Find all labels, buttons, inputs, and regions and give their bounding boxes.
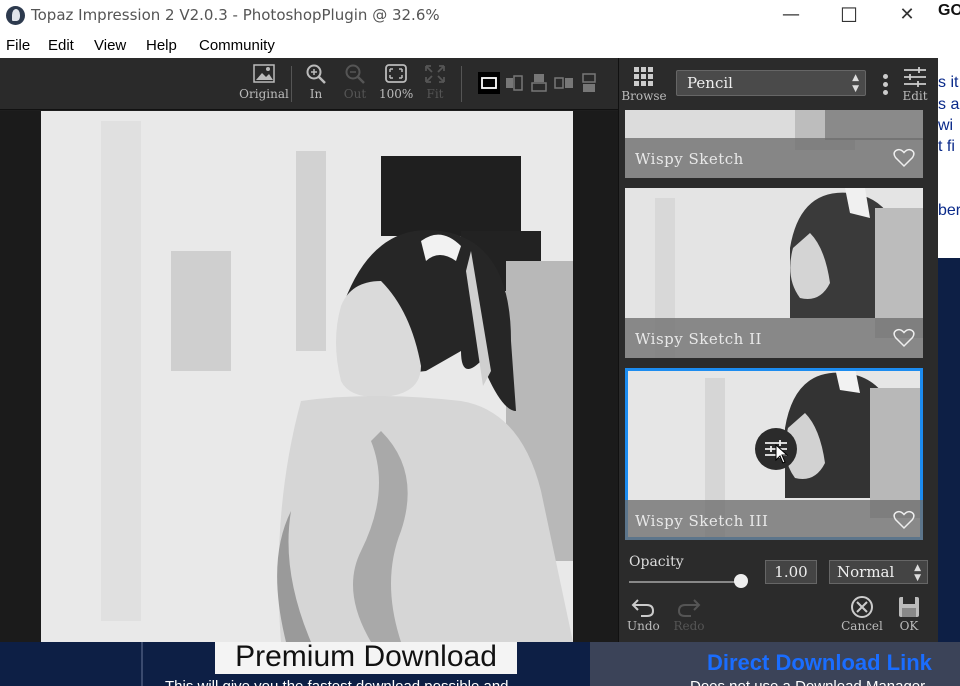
menu-edit[interactable]: Edit bbox=[48, 37, 74, 54]
favorite-heart-icon[interactable] bbox=[893, 328, 915, 348]
ok-label: OK bbox=[899, 619, 919, 633]
undo-button[interactable]: Undo bbox=[627, 596, 660, 633]
direct-download-description: Does not use a Download Manager bbox=[690, 678, 925, 686]
zoom-in-icon bbox=[306, 64, 326, 84]
fit-label: Fit bbox=[426, 87, 444, 101]
menu-bar: File Edit View Help Community bbox=[0, 32, 938, 58]
select-arrows-icon: ▲ ▼ bbox=[914, 563, 921, 583]
ok-button[interactable]: OK bbox=[895, 596, 923, 633]
cancel-button[interactable]: Cancel bbox=[839, 596, 885, 633]
image-canvas[interactable] bbox=[0, 111, 618, 642]
split-horizontal-view-icon[interactable] bbox=[528, 72, 550, 94]
preset-card[interactable]: Wispy Sketch bbox=[625, 110, 923, 178]
direct-download-link[interactable]: Direct Download Link bbox=[707, 650, 932, 676]
browse-label: Browse bbox=[621, 89, 667, 103]
background-snippet: ber bbox=[938, 202, 960, 219]
menu-help[interactable]: Help bbox=[146, 37, 177, 54]
mouse-cursor-icon bbox=[775, 444, 789, 464]
redo-button[interactable]: Redo bbox=[673, 596, 705, 633]
redo-icon bbox=[677, 599, 701, 617]
preview-image[interactable] bbox=[41, 111, 573, 642]
fit-button[interactable]: Fit bbox=[422, 64, 448, 101]
background-dark-panel bbox=[938, 258, 960, 686]
background-snippet: s ar bbox=[938, 96, 960, 113]
edit-button[interactable]: Edit bbox=[899, 66, 931, 103]
browse-button[interactable]: Browse bbox=[621, 66, 667, 103]
preset-category-value: Pencil bbox=[687, 74, 733, 92]
background-page-right: GO s it s ar wi t fi ber bbox=[938, 0, 960, 686]
actual-size-icon bbox=[385, 64, 407, 83]
opacity-value-field[interactable]: 1.00 bbox=[765, 560, 817, 584]
stacked-view-icon[interactable] bbox=[578, 72, 600, 94]
background-snippet: s it bbox=[938, 74, 959, 91]
zoom-100-button[interactable]: 100% bbox=[379, 64, 413, 101]
split-vertical-view-icon[interactable] bbox=[503, 72, 525, 94]
topaz-logo-icon bbox=[6, 6, 25, 25]
premium-download-description: This will give you the fastest download … bbox=[165, 678, 509, 686]
background-snippet: GO bbox=[938, 2, 960, 19]
zoom-out-button[interactable]: Out bbox=[341, 64, 369, 101]
blend-mode-value: Normal bbox=[837, 563, 895, 581]
favorite-heart-icon[interactable] bbox=[893, 510, 915, 530]
edit-label: Edit bbox=[902, 89, 928, 103]
zoom-in-button[interactable]: In bbox=[302, 64, 330, 101]
preset-card[interactable]: Wispy Sketch II bbox=[625, 188, 923, 358]
blend-mode-select[interactable]: Normal ▲ ▼ bbox=[829, 560, 928, 584]
toolbar-separator bbox=[461, 66, 462, 102]
cancel-label: Cancel bbox=[841, 619, 883, 633]
single-view-icon[interactable] bbox=[478, 72, 500, 94]
preset-name: Wispy Sketch III bbox=[635, 512, 769, 530]
close-button[interactable]: ✕ bbox=[884, 0, 930, 32]
title-bar[interactable]: Topaz Impression 2 V2.0.3 - PhotoshopPlu… bbox=[0, 0, 938, 32]
opacity-slider[interactable] bbox=[629, 581, 741, 583]
divider bbox=[141, 642, 143, 686]
grid-icon bbox=[634, 67, 653, 86]
menu-community[interactable]: Community bbox=[199, 37, 275, 54]
menu-file[interactable]: File bbox=[6, 37, 30, 54]
favorite-heart-icon[interactable] bbox=[893, 148, 915, 168]
undo-label: Undo bbox=[627, 619, 660, 633]
toolbar-separator bbox=[291, 66, 292, 102]
premium-download-button[interactable]: Premium Download bbox=[215, 642, 517, 674]
background-snippet: wi bbox=[938, 117, 954, 134]
menu-view[interactable]: View bbox=[94, 37, 126, 54]
window-title: Topaz Impression 2 V2.0.3 - PhotoshopPlu… bbox=[31, 6, 440, 24]
save-icon bbox=[899, 597, 919, 617]
preset-card-selected[interactable]: Wispy Sketch III bbox=[625, 368, 923, 540]
presets-panel: Browse Pencil ▲ ▼ Edit Wispy Sketch Wispy… bbox=[618, 58, 938, 642]
cancel-icon bbox=[851, 596, 873, 618]
preset-category-select[interactable]: Pencil ▲ ▼ bbox=[676, 70, 866, 96]
maximize-button[interactable]: ☐ bbox=[826, 0, 872, 32]
preset-name: Wispy Sketch bbox=[635, 150, 744, 168]
preset-list[interactable]: Wispy Sketch Wispy Sketch II Wispy Sketc… bbox=[619, 110, 938, 544]
background-page-bottom: Premium Download Direct Download Link Th… bbox=[0, 642, 960, 686]
zoom-100-label: 100% bbox=[379, 87, 414, 101]
original-label: Original bbox=[239, 87, 289, 101]
zoom-out-label: Out bbox=[343, 87, 367, 101]
undo-icon bbox=[631, 599, 655, 617]
image-icon bbox=[253, 64, 275, 83]
background-snippet: t fi bbox=[938, 138, 955, 155]
preset-name: Wispy Sketch II bbox=[635, 330, 762, 348]
zoom-in-label: In bbox=[309, 87, 323, 101]
zoom-out-icon bbox=[345, 64, 365, 84]
redo-label: Redo bbox=[673, 619, 705, 633]
sliders-icon bbox=[904, 67, 926, 87]
side-by-side-view-icon[interactable] bbox=[553, 72, 575, 94]
pencil-sketch-portrait bbox=[41, 111, 573, 642]
minimize-button[interactable]: — bbox=[768, 0, 814, 32]
app-window: Topaz Impression 2 V2.0.3 - PhotoshopPlu… bbox=[0, 0, 938, 642]
original-button[interactable]: Original bbox=[235, 64, 293, 101]
image-toolbar: Original In Out 100% Fit bbox=[0, 58, 618, 110]
preset-adjustments: Opacity 1.00 Normal ▲▼ Undo Redo Cancel bbox=[619, 544, 938, 642]
opacity-label: Opacity bbox=[629, 554, 684, 570]
more-options-icon[interactable] bbox=[883, 74, 889, 96]
select-arrows-icon: ▲ ▼ bbox=[852, 73, 859, 94]
fit-screen-icon bbox=[425, 65, 445, 83]
opacity-slider-thumb[interactable] bbox=[734, 574, 748, 588]
